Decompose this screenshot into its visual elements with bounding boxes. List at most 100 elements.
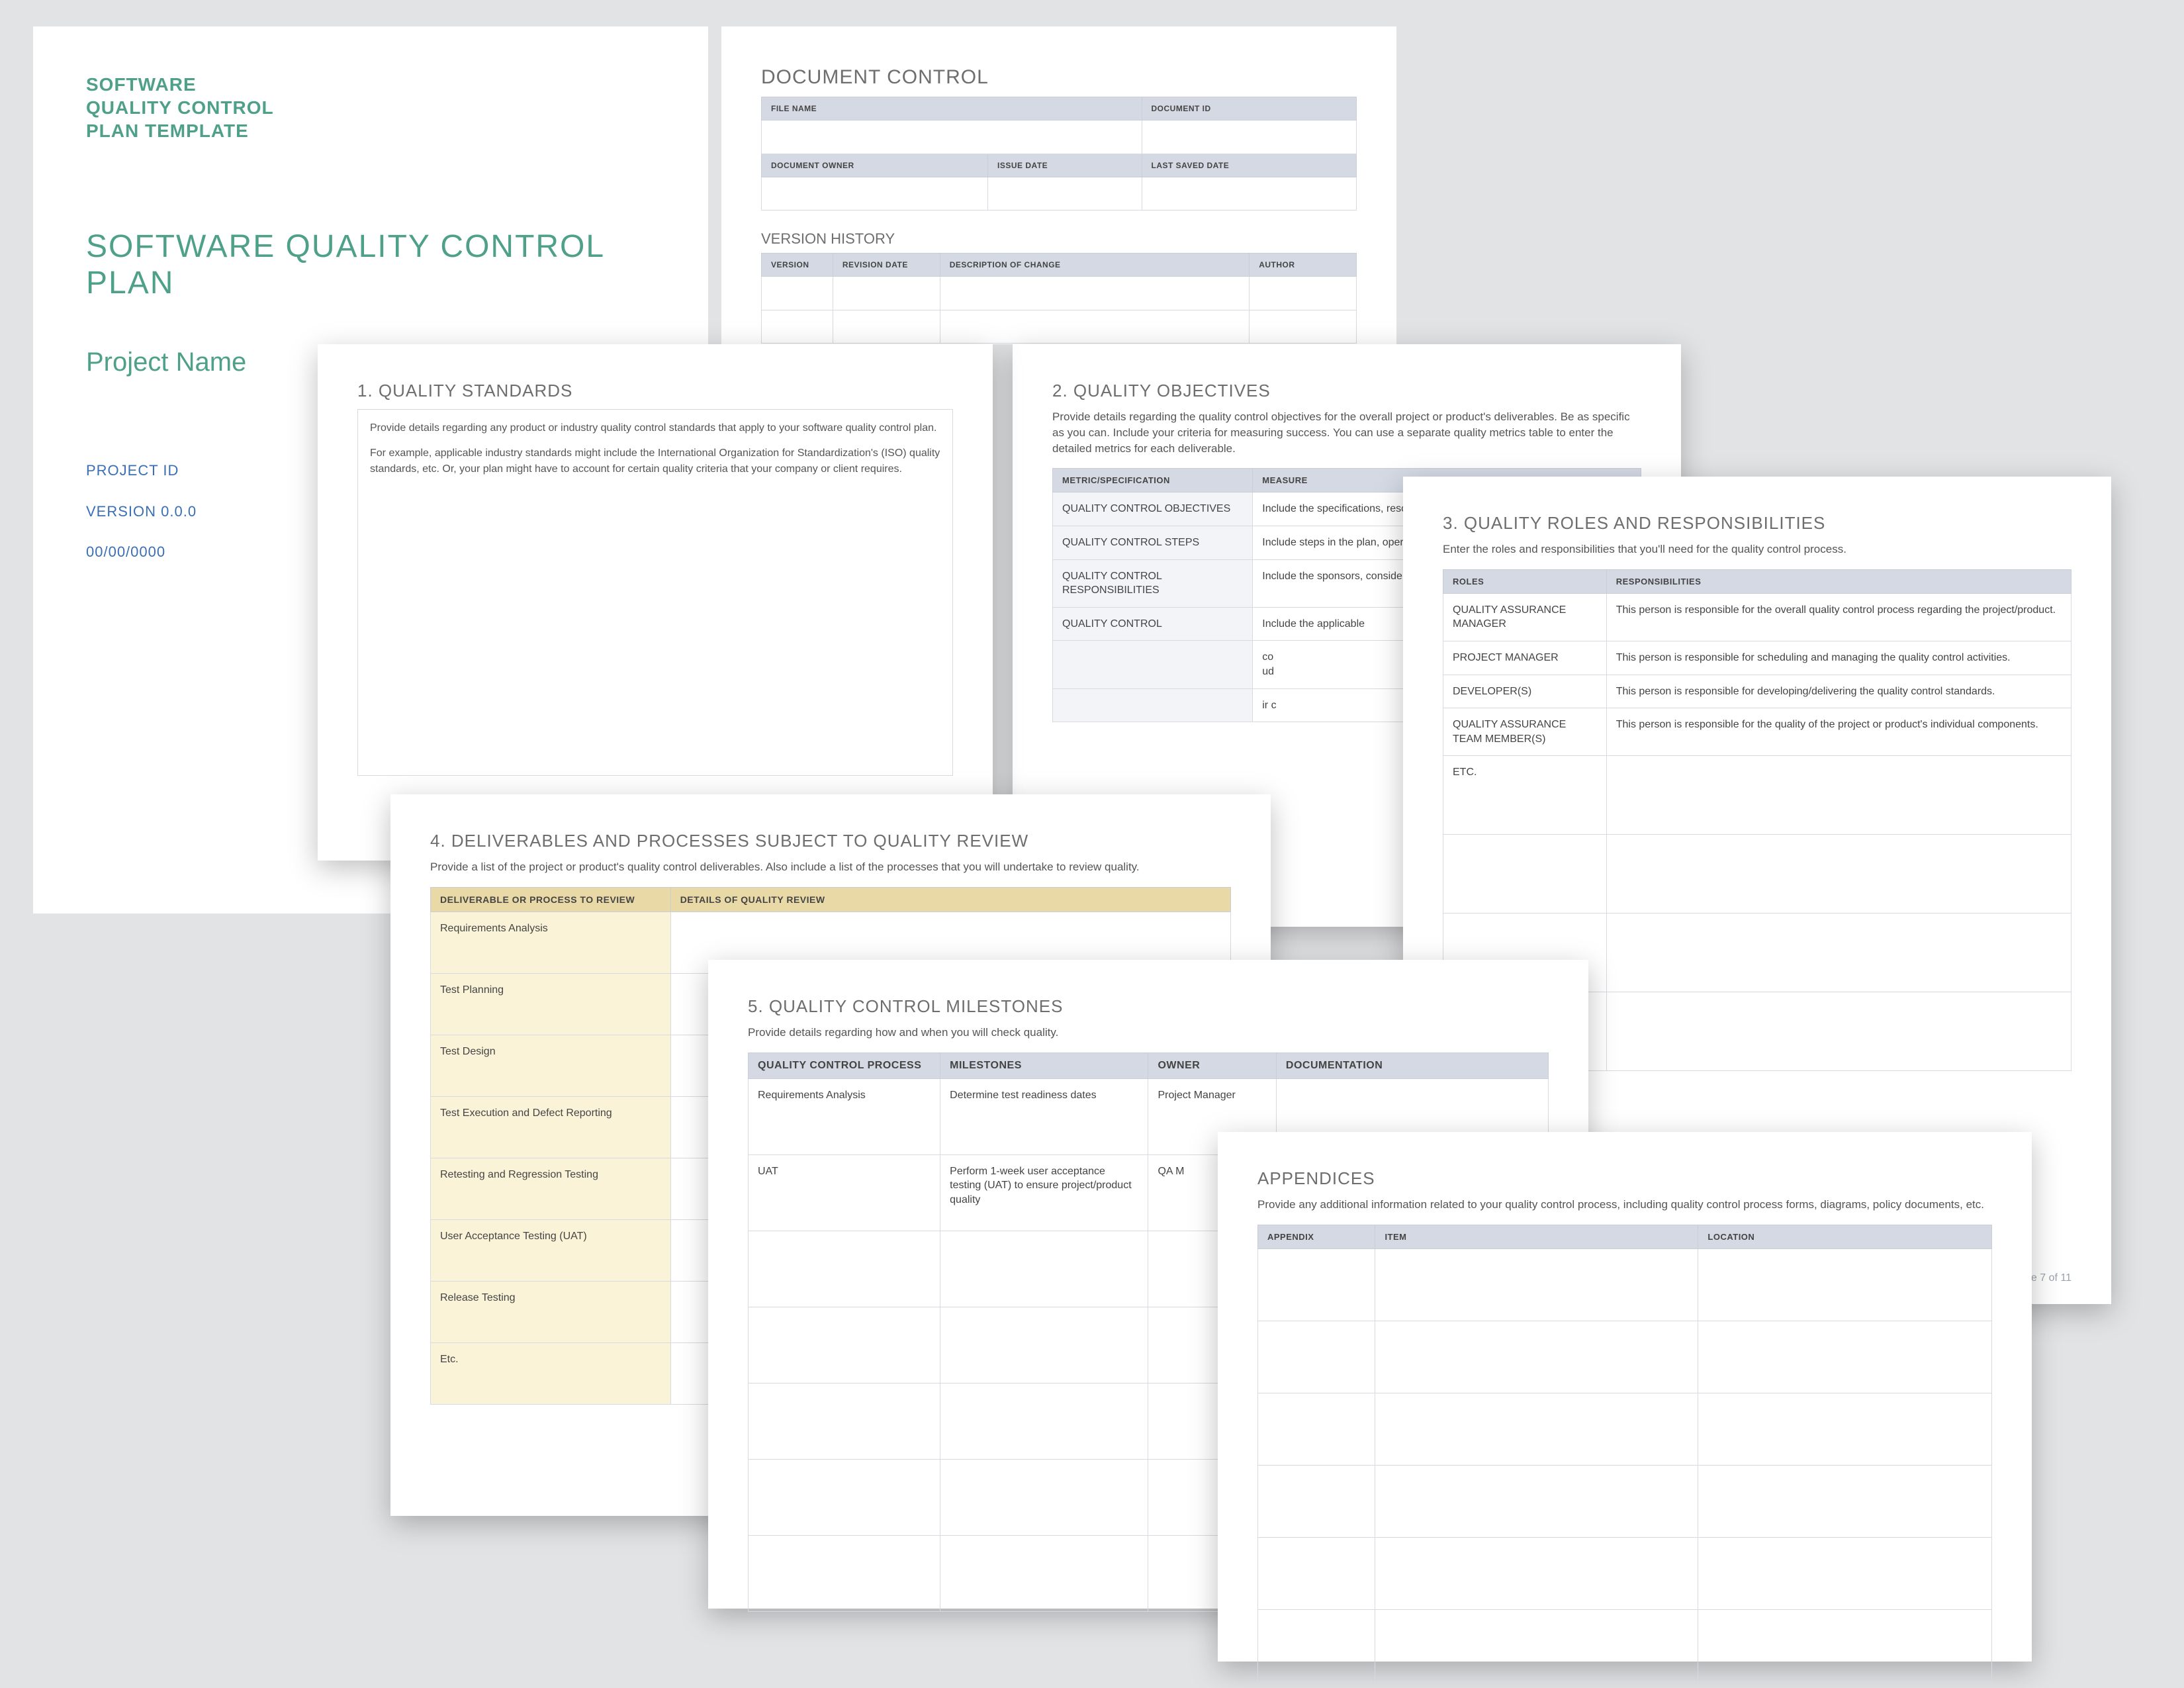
deliverable-cell: User Acceptance Testing (UAT) [431,1219,671,1281]
version-history-heading: VERSION HISTORY [761,230,1357,248]
table-cell [1258,1609,1375,1681]
col-roles: ROLES [1443,569,1607,593]
metric-cell: QUALITY CONTROL STEPS [1053,526,1253,559]
table-cell [1698,1609,1992,1681]
resp-cell: This person is responsible for schedulin… [1606,641,2071,675]
section-desc: Provide a list of the project or product… [430,859,1231,875]
resp-cell [1606,835,2071,914]
doc-control-table: FILE NAME DOCUMENT ID DOCUMENT OWNER ISS… [761,97,1357,211]
milestone-cell [940,1535,1148,1611]
resp-cell [1606,756,2071,835]
resp-cell: This person is responsible for the overa… [1606,593,2071,641]
col-milestones: MILESTONES [940,1053,1148,1078]
table-cell [1375,1537,1698,1609]
resp-cell [1606,992,2071,1071]
role-cell [1443,835,1607,914]
col-deliverable: DELIVERABLE OR PROCESS TO REVIEW [431,887,671,912]
deliverable-cell: Etc. [431,1342,671,1404]
page-appendices: APPENDICES Provide any additional inform… [1218,1132,2032,1662]
table-cell [1258,1393,1375,1465]
milestone-cell [940,1307,1148,1383]
role-cell: QUALITY ASSURANCE MANAGER [1443,593,1607,641]
col-issue-date: ISSUE DATE [988,154,1142,177]
col-change-desc: DESCRIPTION OF CHANGE [940,254,1250,277]
table-cell [1258,1537,1375,1609]
table-cell [762,177,988,211]
standards-box: Provide details regarding any product or… [357,409,953,776]
col-version: VERSION [762,254,833,277]
col-documentation: DOCUMENTATION [1276,1053,1548,1078]
col-saved-date: LAST SAVED DATE [1142,154,1357,177]
col-location: LOCATION [1698,1225,1992,1248]
col-metric: METRIC/SPECIFICATION [1053,469,1253,492]
page-doc-control: DOCUMENT CONTROL FILE NAME DOCUMENT ID D… [721,26,1396,344]
metric-cell: QUALITY CONTROL OBJECTIVES [1053,492,1253,526]
col-owner: OWNER [1148,1053,1276,1078]
appendices-table: APPENDIX ITEM LOCATION [1257,1225,1992,1682]
cover-eyebrow: SOFTWARE QUALITY CONTROL PLAN TEMPLATE [86,73,655,142]
table-cell [1698,1465,1992,1537]
role-cell: PROJECT MANAGER [1443,641,1607,675]
table-cell [1142,120,1357,154]
col-revision-date: REVISION DATE [833,254,940,277]
doc-control-heading: DOCUMENT CONTROL [761,66,1357,89]
table-cell [988,177,1142,211]
table-cell [833,277,940,310]
section-heading: 4. DELIVERABLES AND PROCESSES SUBJECT TO… [430,831,1231,851]
table-cell [833,310,940,344]
col-author: AUTHOR [1250,254,1357,277]
process-cell [749,1459,940,1535]
table-cell [1375,1465,1698,1537]
metric-cell: QUALITY CONTROL RESPONSIBILITIES [1053,559,1253,607]
table-cell [1258,1321,1375,1393]
table-cell [1375,1609,1698,1681]
table-cell [762,277,833,310]
section-heading: 5. QUALITY CONTROL MILESTONES [748,996,1549,1017]
resp-cell: This person is responsible for the quali… [1606,708,2071,756]
section-desc: Provide any additional information relat… [1257,1197,1992,1213]
table-cell [1375,1321,1698,1393]
process-cell: UAT [749,1154,940,1231]
col-process: QUALITY CONTROL PROCESS [749,1053,940,1078]
process-cell [749,1383,940,1459]
section-heading: APPENDICES [1257,1168,1992,1189]
milestone-cell [940,1459,1148,1535]
milestone-cell [940,1231,1148,1307]
version-history-table: VERSION REVISION DATE DESCRIPTION OF CHA… [761,253,1357,344]
cover-eyebrow-line: PLAN TEMPLATE [86,119,655,142]
table-cell [1698,1248,1992,1321]
process-cell: Requirements Analysis [749,1078,940,1154]
table-cell [940,277,1250,310]
table-cell [762,120,1142,154]
table-cell [1258,1248,1375,1321]
deliverable-cell: Test Execution and Defect Reporting [431,1096,671,1158]
milestone-cell [940,1383,1148,1459]
section-desc: Provide details regarding how and when y… [748,1025,1549,1041]
col-item: ITEM [1375,1225,1698,1248]
role-cell: DEVELOPER(S) [1443,675,1607,708]
deliverable-cell: Release Testing [431,1281,671,1342]
role-cell: ETC. [1443,756,1607,835]
table-cell [940,310,1250,344]
section-heading: 3. QUALITY ROLES AND RESPONSIBILITIES [1443,513,2071,534]
section-heading: 2. QUALITY OBJECTIVES [1052,381,1641,401]
table-cell [1698,1393,1992,1465]
standards-text: Provide details regarding any product or… [370,420,940,436]
page-quality-standards: 1. QUALITY STANDARDS Provide details reg… [318,344,993,861]
table-cell [1698,1537,1992,1609]
deliverable-cell: Test Design [431,1035,671,1096]
deliverable-cell: Retesting and Regression Testing [431,1158,671,1219]
section-desc: Enter the roles and responsibilities tha… [1443,541,2071,557]
table-cell [1142,177,1357,211]
col-responsibilities: RESPONSIBILITIES [1606,569,2071,593]
table-cell [1698,1321,1992,1393]
col-doc-owner: DOCUMENT OWNER [762,154,988,177]
process-cell [749,1231,940,1307]
section-desc: Provide details regarding the quality co… [1052,409,1641,456]
milestone-cell: Perform 1-week user acceptance testing (… [940,1154,1148,1231]
table-cell [1375,1248,1698,1321]
cover-eyebrow-line: QUALITY CONTROL [86,96,655,119]
document-preview-stage: SOFTWARE QUALITY CONTROL PLAN TEMPLATE S… [0,0,2184,1688]
metric-cell [1053,641,1253,688]
standards-text: For example, applicable industry standar… [370,445,940,477]
